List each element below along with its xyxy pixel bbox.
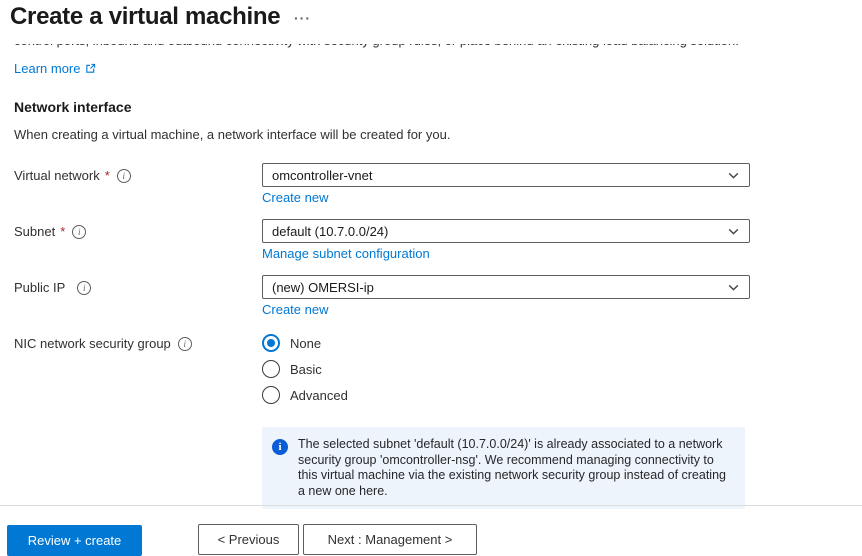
radio-label: None xyxy=(290,336,321,351)
info-tooltip-icon[interactable]: i xyxy=(77,281,91,295)
previous-button[interactable]: < Previous xyxy=(198,524,299,555)
more-options-icon[interactable]: ··· xyxy=(294,10,311,26)
virtual-network-dropdown[interactable]: omcontroller-vnet xyxy=(262,163,750,187)
public-ip-label: Public IP i xyxy=(14,280,91,295)
learn-more-link[interactable]: Learn more xyxy=(14,61,96,76)
external-link-icon xyxy=(85,63,96,74)
footer-divider xyxy=(0,505,862,506)
nsg-option-none[interactable]: None xyxy=(262,330,348,356)
virtual-network-label: Virtual network* i xyxy=(14,168,131,183)
create-new-vnet-link[interactable]: Create new xyxy=(262,190,328,205)
intro-paragraph-clipped: control ports, inbound and outbound conn… xyxy=(14,44,794,54)
public-ip-dropdown[interactable]: (new) OMERSI-ip xyxy=(262,275,750,299)
radio-button[interactable] xyxy=(262,360,280,378)
network-interface-heading: Network interface xyxy=(14,99,131,115)
nsg-option-advanced[interactable]: Advanced xyxy=(262,382,348,408)
radio-button[interactable] xyxy=(262,334,280,352)
nsg-option-basic[interactable]: Basic xyxy=(262,356,348,382)
public-ip-value: (new) OMERSI-ip xyxy=(272,280,374,295)
subnet-label: Subnet* i xyxy=(14,224,86,239)
virtual-network-value: omcontroller-vnet xyxy=(272,168,372,183)
radio-button[interactable] xyxy=(262,386,280,404)
manage-subnet-configuration-link[interactable]: Manage subnet configuration xyxy=(262,246,430,261)
info-tooltip-icon[interactable]: i xyxy=(178,337,192,351)
radio-label: Basic xyxy=(290,362,322,377)
review-create-button[interactable]: Review + create xyxy=(7,525,142,556)
subnet-nsg-info-box: i The selected subnet 'default (10.7.0.0… xyxy=(262,427,745,509)
info-tooltip-icon[interactable]: i xyxy=(117,169,131,183)
nic-nsg-radio-group: None Basic Advanced xyxy=(262,330,348,408)
subnet-dropdown[interactable]: default (10.7.0.0/24) xyxy=(262,219,750,243)
nic-nsg-label: NIC network security group i xyxy=(14,336,192,351)
required-asterisk: * xyxy=(60,224,65,239)
create-new-public-ip-link[interactable]: Create new xyxy=(262,302,328,317)
info-tooltip-icon[interactable]: i xyxy=(72,225,86,239)
chevron-down-icon xyxy=(727,281,740,297)
info-box-text: The selected subnet 'default (10.7.0.0/2… xyxy=(298,437,731,499)
radio-label: Advanced xyxy=(290,388,348,403)
subnet-value: default (10.7.0.0/24) xyxy=(272,224,388,239)
page-title: Create a virtual machine xyxy=(10,3,280,31)
learn-more-label: Learn more xyxy=(14,61,80,76)
chevron-down-icon xyxy=(727,225,740,241)
network-interface-description: When creating a virtual machine, a netwo… xyxy=(14,127,450,142)
chevron-down-icon xyxy=(727,169,740,185)
info-icon: i xyxy=(272,439,288,455)
required-asterisk: * xyxy=(105,168,110,183)
next-management-button[interactable]: Next : Management > xyxy=(303,524,477,555)
